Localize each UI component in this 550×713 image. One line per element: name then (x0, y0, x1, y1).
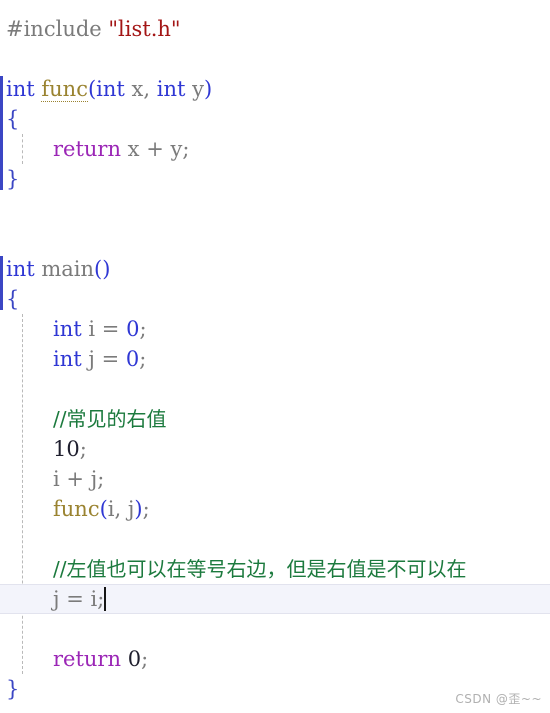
code-line[interactable] (0, 224, 550, 254)
code-token-brace: } (6, 167, 20, 191)
code-editor-canvas[interactable]: #include "list.h" int func(int x, int y){… (0, 0, 550, 713)
code-token-keyword: int (156, 77, 186, 101)
code-token-brace: } (6, 677, 20, 701)
code-line[interactable]: int main() (0, 254, 550, 284)
code-token-plain: i (83, 587, 98, 611)
code-lines-container[interactable]: #include "list.h" int func(int x, int y){… (0, 14, 550, 704)
code-line[interactable] (0, 524, 550, 554)
code-line[interactable]: func(i, j); (0, 494, 550, 524)
code-line[interactable]: //常见的右值 (0, 404, 550, 434)
code-line[interactable]: return x + y; (0, 134, 550, 164)
code-token-punct: ( (99, 497, 108, 521)
code-line[interactable] (0, 374, 550, 404)
code-token-function-declaration: func (41, 77, 88, 102)
code-token-plain: , (143, 77, 157, 101)
code-token-keyword: int (96, 77, 125, 101)
code-line[interactable] (0, 44, 550, 74)
text-caret (104, 587, 107, 611)
code-token-keyword: int (6, 77, 35, 101)
code-token-plain: i, (107, 497, 128, 521)
code-token-plain: j (53, 587, 67, 611)
code-token-op: + (66, 467, 85, 491)
code-token-string: "list.h" (108, 17, 181, 41)
code-token-op: + (146, 137, 164, 161)
code-token-number-dark: 0 (127, 647, 142, 671)
code-token-brace: { (6, 107, 20, 131)
code-token-plain: ; (79, 437, 87, 461)
code-token-number: 0 (126, 317, 140, 341)
code-token-keyword: int (53, 347, 82, 371)
code-token-plain: ; (141, 647, 149, 671)
code-token-plain: i (81, 317, 102, 341)
code-line[interactable] (0, 614, 550, 644)
code-token-op: = (101, 347, 120, 371)
code-token-brace: { (6, 287, 20, 311)
code-line[interactable]: } (0, 164, 550, 194)
code-token-comment: //常见的右值 (53, 407, 167, 431)
code-token-keyword: int (53, 317, 82, 341)
code-token-op: = (66, 587, 84, 611)
code-token-return: return (53, 137, 121, 161)
code-token-punct: () (94, 257, 111, 281)
code-token-plain: ; (139, 317, 147, 341)
code-token-number-dark: 10 (53, 437, 80, 461)
code-token-plain: #include (6, 17, 109, 41)
code-line[interactable]: #include "list.h" (0, 14, 550, 44)
code-token-punct: ) (134, 497, 143, 521)
code-token-plain: y; (163, 137, 190, 161)
code-token-plain: x (124, 77, 144, 101)
code-token-plain: j (81, 347, 102, 371)
code-token-comment: //左值也可以在等号右边，但是右值是不可以在 (53, 557, 467, 581)
code-token-plain: main (34, 257, 95, 281)
code-line[interactable]: int func(int x, int y) (0, 74, 550, 104)
code-line[interactable]: 10; (0, 434, 550, 464)
code-token-punct: ( (87, 77, 97, 101)
code-token-return: return (53, 647, 121, 671)
code-token-keyword: int (6, 257, 35, 281)
code-line[interactable]: int i = 0; (0, 314, 550, 344)
code-token-plain: ; (97, 587, 105, 611)
code-line[interactable]: { (0, 104, 550, 134)
code-line[interactable]: { (0, 284, 550, 314)
code-token-plain: j; (84, 467, 105, 491)
code-token-plain: y (185, 77, 204, 101)
code-line[interactable]: return 0; (0, 644, 550, 674)
code-token-function-call: func (53, 497, 100, 521)
code-line-current[interactable]: j = i; (0, 584, 550, 614)
code-token-plain: i (53, 467, 67, 491)
code-token-number: 0 (125, 347, 140, 371)
code-line[interactable] (0, 194, 550, 224)
code-line[interactable]: i + j; (0, 464, 550, 494)
code-token-plain: x (121, 137, 147, 161)
code-token-plain: ; (142, 497, 150, 521)
csdn-watermark: CSDN @歪~~ (455, 692, 542, 706)
code-line[interactable]: //左值也可以在等号右边，但是右值是不可以在 (0, 554, 550, 584)
code-token-op: = (101, 317, 120, 341)
code-line[interactable]: int j = 0; (0, 344, 550, 374)
code-token-plain: ; (139, 347, 147, 371)
code-token-punct: ) (203, 77, 213, 101)
